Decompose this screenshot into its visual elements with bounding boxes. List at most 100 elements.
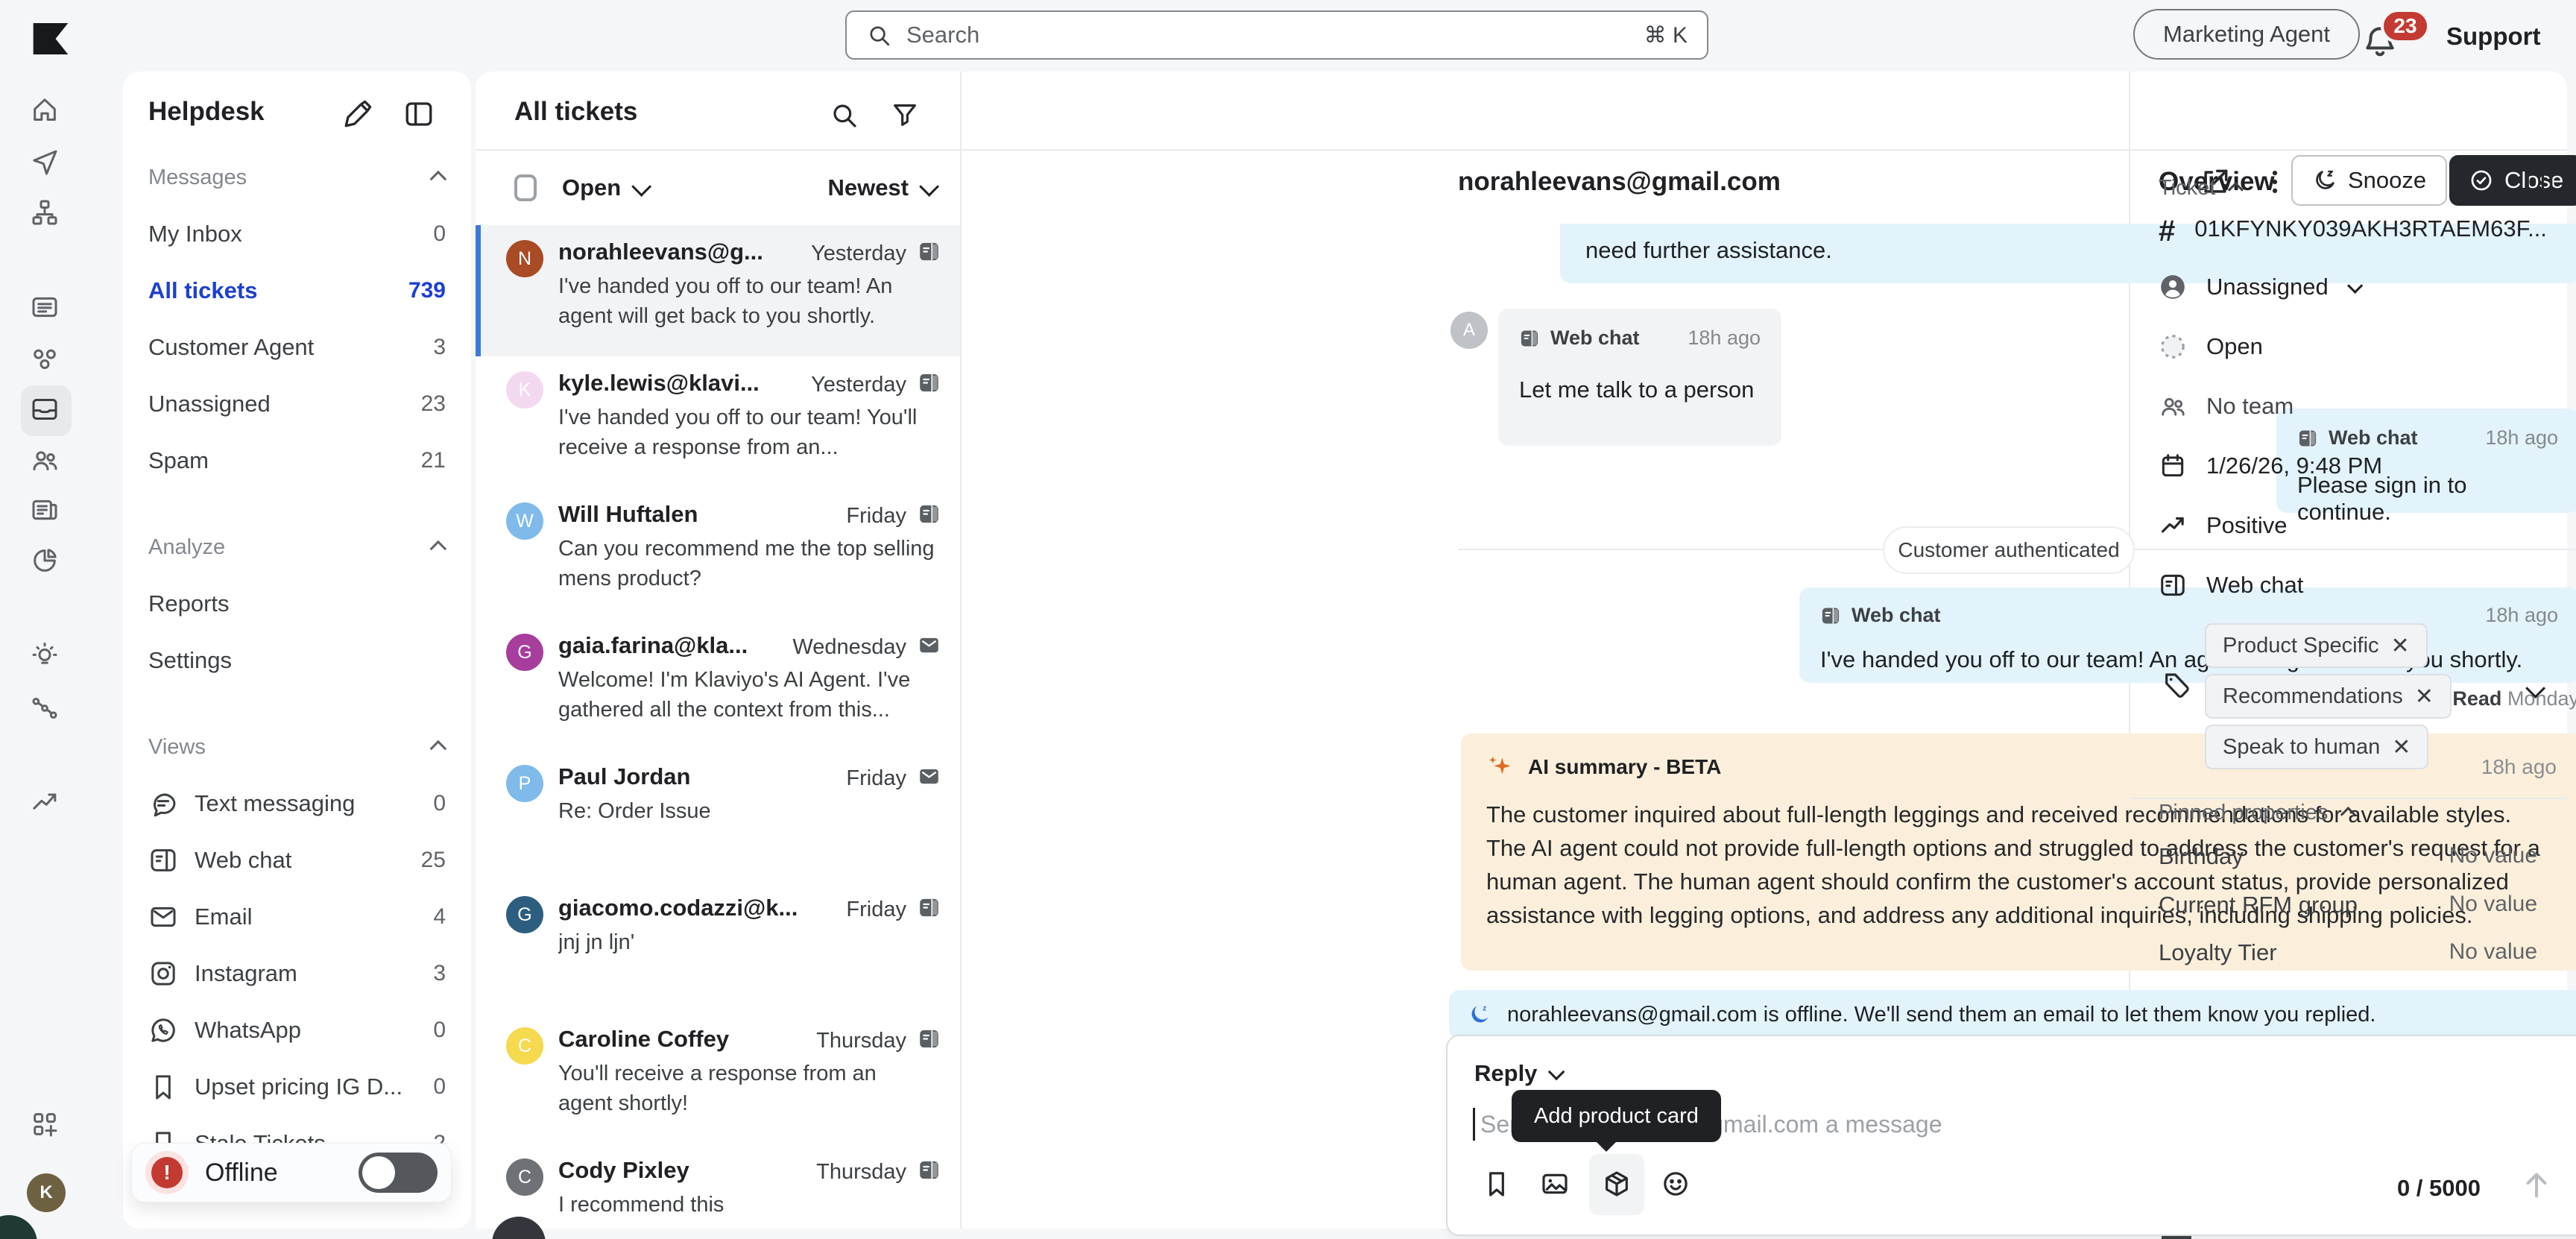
avatar: W bbox=[506, 502, 543, 540]
rail-form-icon[interactable] bbox=[30, 292, 63, 325]
sidebar-section-header[interactable]: Analyze bbox=[123, 519, 471, 576]
webchat-icon bbox=[918, 502, 941, 526]
select-all-checkbox[interactable] bbox=[514, 174, 537, 201]
notification-count-badge: 23 bbox=[2381, 9, 2430, 43]
avatar: C bbox=[506, 1158, 543, 1196]
whatsapp-icon bbox=[148, 1015, 178, 1045]
ticket-row[interactable]: G gaia.farina@kla... Wednesday Welcome! … bbox=[476, 619, 960, 750]
bookmark-icon bbox=[148, 1072, 178, 1102]
collapse-panel-icon[interactable] bbox=[2524, 165, 2555, 197]
sidebar-item-customer-agent[interactable]: Customer Agent3 bbox=[123, 319, 471, 376]
reply-mode-dropdown[interactable]: Reply bbox=[1474, 1060, 1561, 1087]
rail-dots-icon[interactable] bbox=[30, 693, 63, 726]
webchat-icon bbox=[1519, 328, 1540, 349]
rail-bulb-icon[interactable] bbox=[30, 641, 63, 674]
webchat-icon bbox=[918, 371, 941, 394]
sidebar-section-header[interactable]: Views bbox=[123, 719, 471, 775]
conversation-title: norahleevans@gmail.com bbox=[1458, 167, 1781, 197]
ticket-row[interactable]: P Paul Jordan Friday Re: Order Issue bbox=[476, 750, 960, 881]
ticket-row[interactable]: C Cody Pixley Thursday I recommend this bbox=[476, 1144, 960, 1239]
rail-sitemap-icon[interactable] bbox=[30, 198, 63, 230]
datetime-row: 1/26/26, 9:48 PM bbox=[2159, 452, 2382, 480]
avatar: K bbox=[506, 371, 543, 409]
rail-send-icon[interactable] bbox=[30, 148, 63, 180]
search-input[interactable]: Search ⌘ K bbox=[845, 10, 1708, 60]
rail-home-icon[interactable] bbox=[30, 95, 63, 128]
text-cursor bbox=[1473, 1108, 1475, 1141]
sidebar-item-text-messaging[interactable]: Text messaging0 bbox=[123, 775, 471, 832]
sidebar-item-web-chat[interactable]: Web chat25 bbox=[123, 832, 471, 889]
sidebar-section-header[interactable]: Messages bbox=[123, 149, 471, 206]
add-product-card-icon[interactable] bbox=[1602, 1169, 1632, 1199]
status-filter-dropdown[interactable]: Open bbox=[562, 174, 647, 201]
divider bbox=[2130, 798, 2567, 799]
ticket-filter-icon[interactable] bbox=[890, 100, 920, 130]
sidebar-item-unassigned[interactable]: Unassigned23 bbox=[123, 376, 471, 432]
marketing-agent-button[interactable]: Marketing Agent bbox=[2133, 9, 2360, 60]
ticket-row[interactable]: W Will Huftalen Friday Can you recommend… bbox=[476, 488, 960, 619]
remove-tag-icon[interactable]: ✕ bbox=[2415, 684, 2434, 710]
collapse-sidebar-icon[interactable] bbox=[403, 98, 435, 130]
avatar: C bbox=[506, 1027, 543, 1065]
assignee-row[interactable]: Unassigned bbox=[2159, 273, 2359, 301]
close-ticket-button[interactable]: Close bbox=[2449, 155, 2576, 206]
online-status-toggle[interactable] bbox=[359, 1153, 438, 1193]
ticket-row[interactable]: C Caroline Coffey Thursday You'll receiv… bbox=[476, 1012, 960, 1144]
search-shortcut: ⌘ K bbox=[1644, 22, 1688, 48]
ticket-row[interactable]: K kyle.lewis@klavi... Yesterday I've han… bbox=[476, 356, 960, 488]
ticket-section-header[interactable]: Ticket bbox=[2159, 176, 2243, 201]
sparkle-icon bbox=[1486, 753, 1515, 781]
char-counter: 0 / 5000 bbox=[2294, 1175, 2481, 1202]
klaviyo-logo-icon[interactable] bbox=[30, 18, 72, 60]
tag-chip[interactable]: Speak to human✕ bbox=[2205, 725, 2428, 769]
rail-trend-icon[interactable] bbox=[30, 787, 63, 820]
ticket-row[interactable]: N norahleevans@g... Yesterday I've hande… bbox=[476, 225, 960, 356]
ticket-row[interactable]: G giacomo.codazzi@k... Friday jnj jn ljn… bbox=[476, 881, 960, 1012]
sidebar-item-settings[interactable]: Settings bbox=[123, 632, 471, 689]
search-placeholder: Search bbox=[906, 22, 1629, 48]
sidebar-item-all-tickets[interactable]: All tickets739 bbox=[123, 262, 471, 319]
person-icon bbox=[2159, 273, 2187, 301]
remove-tag-icon[interactable]: ✕ bbox=[2391, 633, 2410, 659]
instagram-icon bbox=[148, 959, 178, 989]
hash-icon: # bbox=[2159, 215, 2175, 243]
ticket-search-icon[interactable] bbox=[829, 100, 859, 130]
tag-chip[interactable]: Product Specific✕ bbox=[2205, 623, 2428, 668]
rail-inbox-icon[interactable] bbox=[30, 394, 63, 427]
account-avatar[interactable]: K bbox=[27, 1173, 66, 1212]
remove-tag-icon[interactable]: ✕ bbox=[2392, 734, 2411, 760]
trend-up-icon bbox=[2159, 511, 2187, 540]
edit-icon[interactable] bbox=[342, 98, 373, 130]
offline-notice-banner: z norahleevans@gmail.com is offline. We'… bbox=[1449, 990, 2576, 1039]
rail-shapes-icon[interactable] bbox=[30, 344, 63, 376]
sidebar-item-spam[interactable]: Spam21 bbox=[123, 432, 471, 489]
pinned-property-row: Loyalty Tier No value bbox=[2159, 939, 2537, 966]
rail-people-icon[interactable] bbox=[30, 445, 63, 478]
avatar: N bbox=[506, 240, 543, 277]
rail-gridplus-icon[interactable] bbox=[30, 1109, 63, 1142]
rail-pie-icon[interactable] bbox=[30, 546, 63, 578]
tag-chip[interactable]: Recommendations✕ bbox=[2205, 674, 2452, 719]
sidebar-item-my-inbox[interactable]: My Inbox0 bbox=[123, 206, 471, 262]
tag-icon bbox=[2162, 671, 2191, 701]
image-icon[interactable] bbox=[1540, 1169, 1570, 1199]
sidebar-item-reports[interactable]: Reports bbox=[123, 576, 471, 632]
sidebar-item-upset-pricing-ig-d-[interactable]: Upset pricing IG D...0 bbox=[123, 1059, 471, 1115]
snooze-button[interactable]: Snooze bbox=[2291, 155, 2447, 206]
sidebar-item-whatsapp[interactable]: WhatsApp0 bbox=[123, 1002, 471, 1059]
search-icon bbox=[866, 22, 891, 48]
support-link[interactable]: Support bbox=[2446, 22, 2540, 51]
send-icon[interactable] bbox=[2519, 1167, 2554, 1202]
rail-news-icon[interactable] bbox=[30, 495, 63, 528]
avatar: G bbox=[506, 896, 543, 933]
sort-dropdown[interactable]: Newest bbox=[827, 174, 935, 201]
saved-reply-icon[interactable] bbox=[1482, 1169, 1512, 1199]
pinned-properties-header[interactable]: Pinned properties bbox=[2159, 801, 2355, 825]
emoji-icon[interactable] bbox=[1661, 1169, 1690, 1199]
webchat-icon bbox=[918, 896, 941, 919]
channel-row: Web chat bbox=[2159, 571, 2303, 599]
chevron-down-icon[interactable] bbox=[2527, 683, 2541, 701]
sidebar-item-instagram[interactable]: Instagram3 bbox=[123, 945, 471, 1002]
sidebar-item-email[interactable]: Email4 bbox=[123, 889, 471, 945]
webchat-icon bbox=[148, 845, 178, 875]
